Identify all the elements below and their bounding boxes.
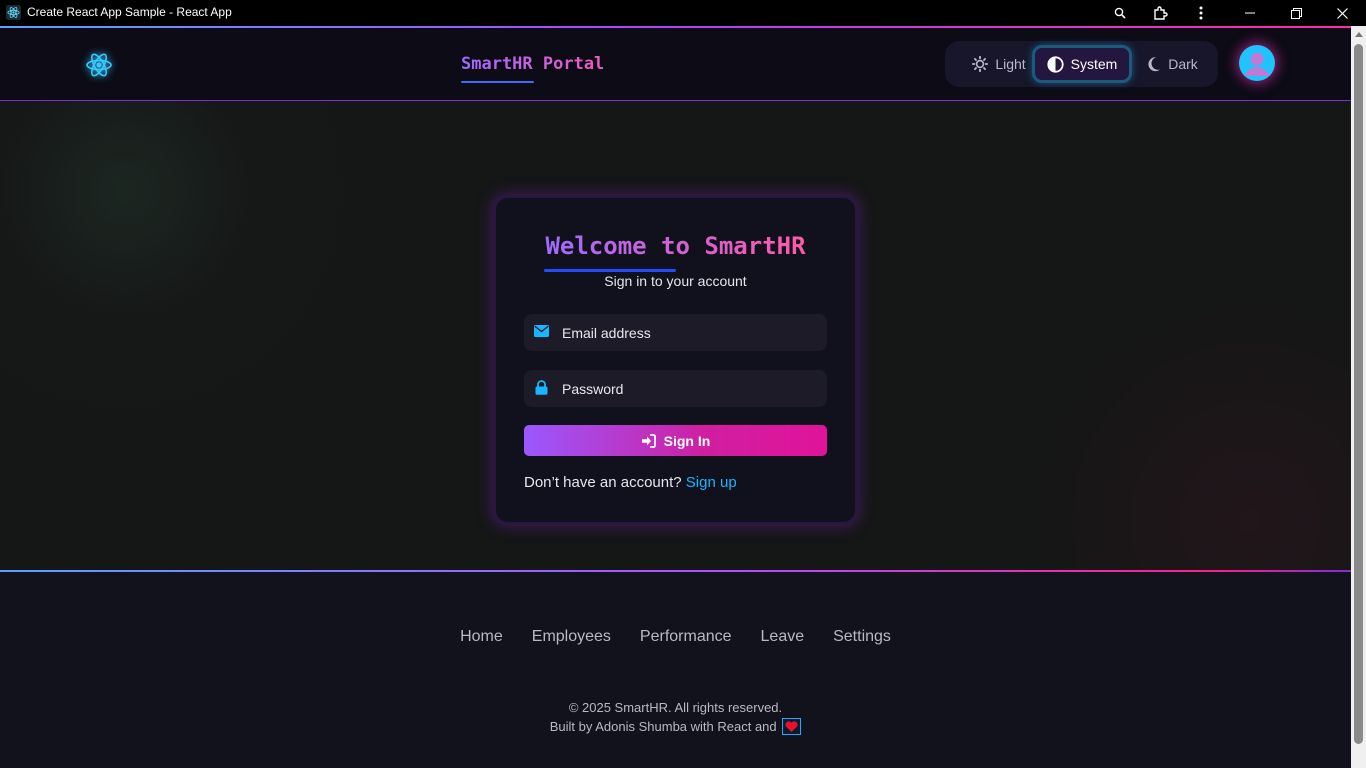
restore-icon[interactable]	[1276, 0, 1316, 26]
user-avatar-icon[interactable]	[1239, 45, 1275, 81]
login-title-underline	[544, 269, 676, 272]
sign-up-link[interactable]: Sign up	[686, 474, 737, 491]
footer-link-leave[interactable]: Leave	[761, 628, 805, 646]
password-field	[524, 370, 827, 407]
page-scrollbar[interactable]	[1351, 26, 1366, 768]
react-logo-icon[interactable]	[84, 50, 114, 80]
close-icon[interactable]	[1322, 0, 1362, 26]
theme-option-dark[interactable]: Dark	[1137, 45, 1207, 83]
more-icon[interactable]	[1181, 0, 1221, 26]
react-app-icon	[6, 5, 21, 20]
footer-link-home[interactable]: Home	[460, 628, 503, 646]
login-subtitle: Sign in to your account	[604, 273, 747, 289]
brand-active-underline	[461, 81, 534, 83]
built-by-text: Built by Adonis Shumba with React and	[549, 719, 777, 734]
window-title: Create React App Sample - React App	[27, 5, 232, 19]
moon-icon	[1148, 57, 1161, 72]
app-footer: Home Employees Performance Leave Setting…	[0, 570, 1351, 768]
email-field	[524, 314, 827, 351]
login-title: Welcome to SmartHR	[545, 232, 806, 260]
app-header: SmartHR Portal Light System Dark	[0, 26, 1351, 101]
heart-icon	[782, 718, 802, 736]
window-title-bar: Create React App Sample - React App	[0, 0, 1366, 26]
theme-switcher: Light System Dark	[945, 41, 1218, 87]
password-input[interactable]	[560, 370, 820, 407]
footer-nav: Home Employees Performance Leave Setting…	[0, 628, 1351, 646]
scrollbar-thumb[interactable]	[1354, 44, 1363, 744]
copyright-text: © 2025 SmartHR. All rights reserved.	[568, 700, 783, 715]
sign-in-button[interactable]: Sign In	[524, 425, 827, 456]
signup-prompt: Don’t have an account?	[524, 474, 682, 491]
main-content: Welcome to SmartHR Sign in to your accou…	[0, 101, 1351, 570]
minimize-icon[interactable]	[1230, 0, 1270, 26]
extensions-icon[interactable]	[1141, 0, 1181, 26]
page-viewport: SmartHR Portal Light System Dark Welcome…	[0, 26, 1351, 768]
lock-icon	[535, 380, 548, 395]
email-input[interactable]	[560, 314, 820, 351]
footer-link-settings[interactable]: Settings	[833, 628, 891, 646]
theme-option-system[interactable]: System	[1032, 45, 1132, 83]
footer-link-performance[interactable]: Performance	[640, 628, 732, 646]
theme-option-light[interactable]: Light	[959, 45, 1039, 83]
brand-link[interactable]: SmartHR Portal	[461, 54, 604, 74]
theme-light-label: Light	[995, 56, 1026, 72]
signup-prompt-row: Don’t have an account? Sign up	[524, 474, 737, 491]
envelope-icon	[534, 325, 549, 337]
scroll-up-arrow-icon[interactable]	[1354, 32, 1363, 37]
sun-icon	[972, 56, 989, 72]
theme-system-label: System	[1070, 56, 1118, 72]
half-circle-contrast-icon	[1047, 55, 1064, 73]
footer-link-employees[interactable]: Employees	[532, 628, 611, 646]
login-card: Welcome to SmartHR Sign in to your accou…	[494, 196, 857, 524]
sign-in-label: Sign In	[663, 432, 711, 449]
built-by-row: Built by Adonis Shumba with React and	[0, 718, 1351, 736]
sign-in-arrow-icon	[641, 433, 656, 448]
theme-dark-label: Dark	[1168, 56, 1198, 72]
zoom-icon[interactable]	[1100, 0, 1140, 26]
